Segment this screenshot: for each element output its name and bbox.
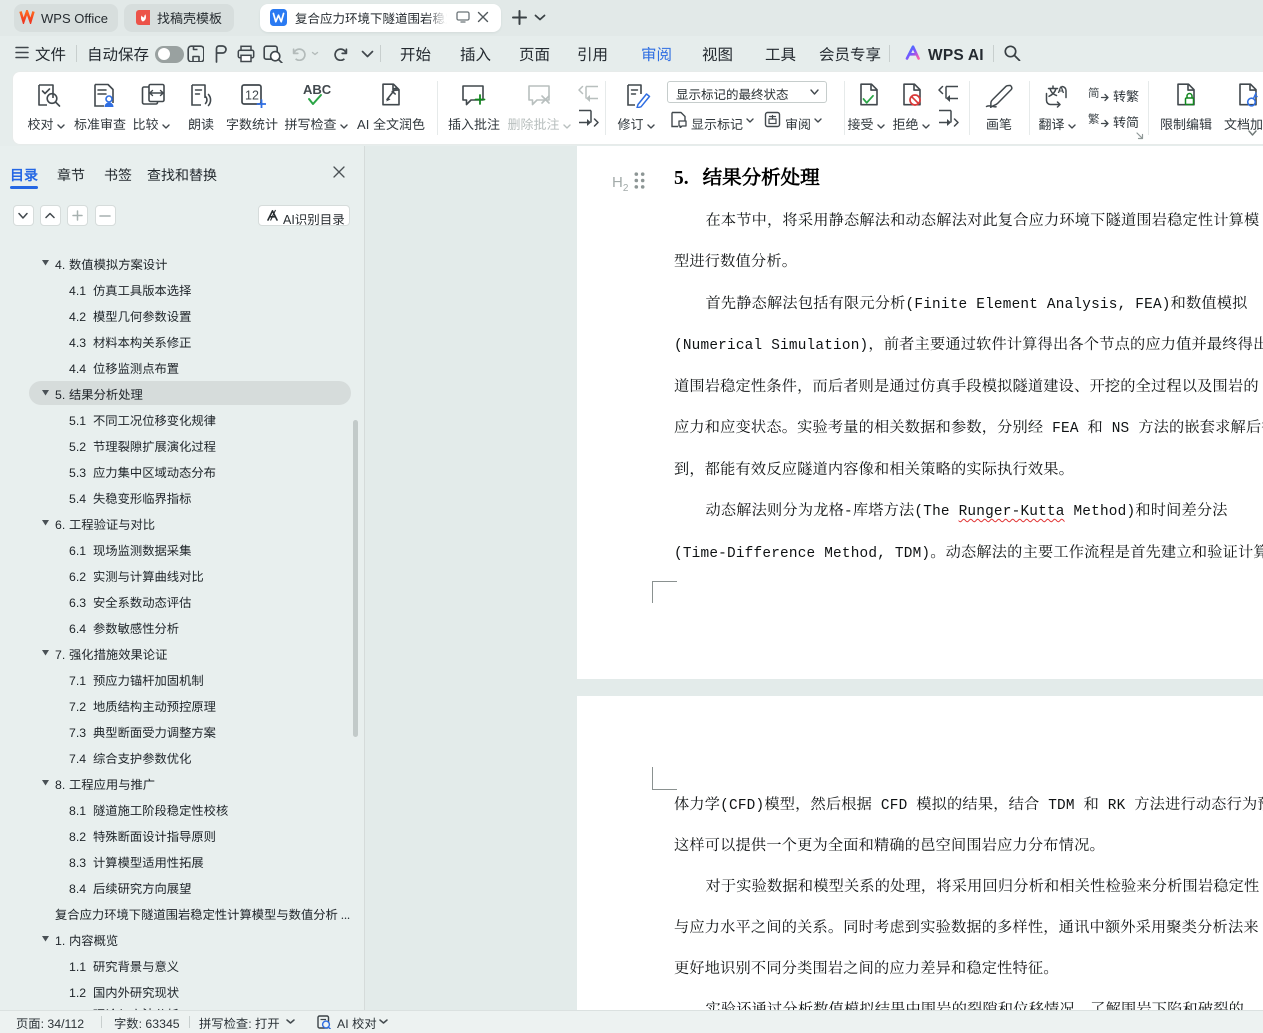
svg-text:12: 12 <box>245 89 259 103</box>
svg-text:繁: 繁 <box>1088 111 1100 127</box>
svg-text:简: 简 <box>1088 85 1100 101</box>
svg-text:ABC: ABC <box>303 83 331 97</box>
